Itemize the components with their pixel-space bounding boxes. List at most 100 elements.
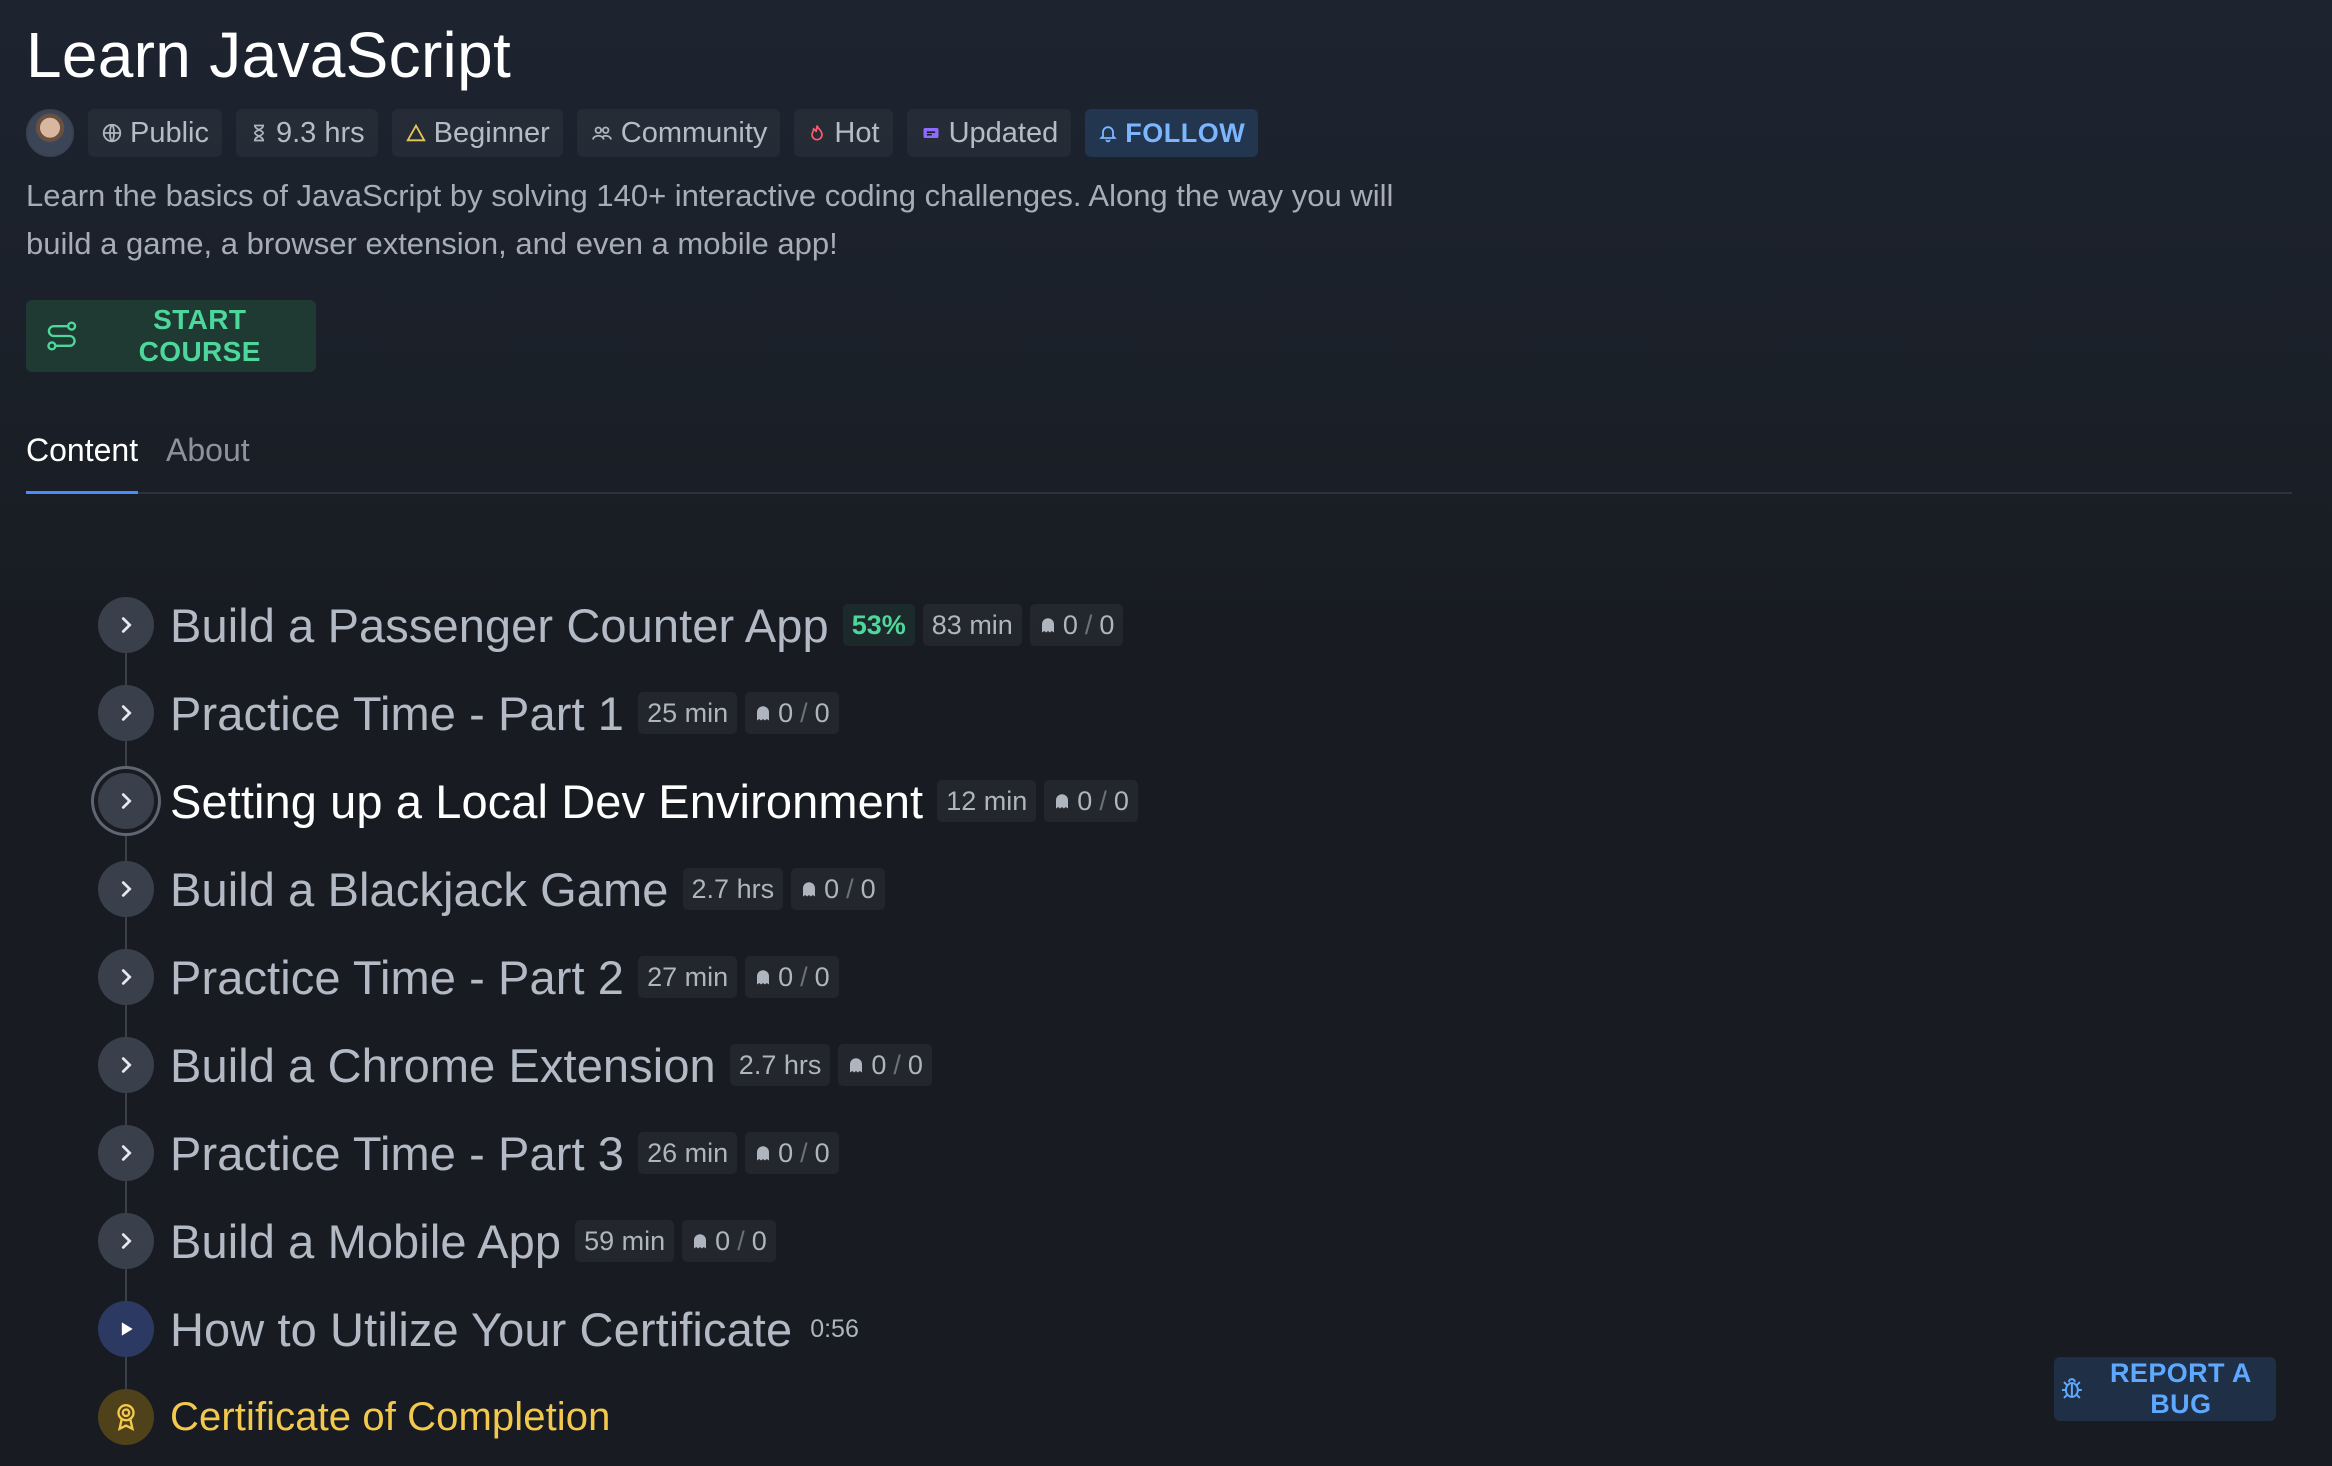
challenge-count-badge: 0/0 [745, 1132, 839, 1174]
ghost-icon [757, 1146, 770, 1161]
module-title[interactable]: Build a Blackjack Game [170, 862, 669, 917]
module-title[interactable]: Practice Time - Part 2 [170, 950, 624, 1005]
video-item[interactable]: How to Utilize Your Certificate 0:56 [98, 1289, 863, 1369]
ghost-icon [757, 706, 770, 721]
challenge-done: 0 [1077, 785, 1093, 816]
visibility-label: Public [130, 116, 209, 149]
module-item[interactable]: Build a Blackjack Game 2.7 hrs 0/0 [98, 849, 885, 929]
module-title[interactable]: Practice Time - Part 3 [170, 1126, 624, 1181]
tab-content[interactable]: Content [26, 428, 139, 494]
module-expand-toggle[interactable] [98, 1125, 154, 1181]
chevron-right-icon [121, 969, 132, 985]
community-chip: Community [576, 109, 781, 157]
globe-icon [102, 123, 122, 143]
page-title: Learn JavaScript [26, 19, 512, 91]
challenge-count-badge: 0/0 [1044, 780, 1138, 822]
bell-icon [1099, 126, 1118, 143]
duration-badge: 12 min [937, 780, 1037, 822]
module-item[interactable]: Practice Time - Part 3 26 min 0/0 [98, 1113, 839, 1193]
challenge-total: 0 [1113, 785, 1129, 816]
module-item[interactable]: Practice Time - Part 1 25 min 0/0 [98, 673, 839, 753]
duration-chip: 9.3 hrs [236, 109, 378, 157]
chevron-right-icon [121, 617, 132, 633]
progress-badge: 53% [842, 604, 915, 646]
challenge-count-badge: 0/0 [745, 692, 839, 734]
duration-badge: 2.7 hrs [682, 868, 784, 910]
chevron-right-icon [121, 1057, 132, 1073]
module-expand-toggle[interactable] [98, 1037, 154, 1093]
challenge-total: 0 [751, 1225, 767, 1256]
chevron-right-icon [121, 705, 132, 721]
duration-badge: 26 min [638, 1132, 738, 1174]
module-title[interactable]: Build a Chrome Extension [170, 1038, 716, 1093]
report-bug-button[interactable]: REPORT A BUG [2054, 1357, 2276, 1421]
follow-label: FOLLOW [1125, 117, 1246, 148]
challenge-done: 0 [778, 697, 794, 728]
module-item[interactable]: Build a Mobile App 59 min 0/0 [98, 1201, 776, 1281]
challenge-done: 0 [871, 1049, 887, 1080]
course-page: Learn JavaScript Public 9.3 hrs Beginner… [0, 0, 2332, 1466]
certificate-title[interactable]: Certificate of Completion [170, 1395, 610, 1440]
challenge-count-badge: 0/0 [745, 956, 839, 998]
duration-badge: 59 min [575, 1220, 675, 1262]
start-course-button[interactable]: START COURSE [26, 300, 316, 372]
challenge-total: 0 [814, 1137, 830, 1168]
ghost-icon [1056, 794, 1069, 809]
chevron-right-icon [121, 881, 132, 897]
updated-icon [923, 128, 939, 138]
challenge-total: 0 [814, 961, 830, 992]
module-title[interactable]: Setting up a Local Dev Environment [170, 774, 923, 829]
challenge-done: 0 [824, 873, 840, 904]
module-title[interactable]: Practice Time - Part 1 [170, 686, 624, 741]
module-expand-toggle[interactable] [98, 597, 154, 653]
challenge-count-badge: 0/0 [1029, 604, 1124, 646]
avatar[interactable] [26, 109, 74, 157]
module-item[interactable]: Build a Chrome Extension 2.7 hrs 0/0 [98, 1025, 932, 1105]
award-badge [98, 1389, 154, 1445]
challenge-done: 0 [778, 961, 794, 992]
module-title[interactable]: Build a Mobile App [170, 1214, 561, 1269]
report-bug-label: REPORT A BUG [2110, 1358, 2252, 1419]
chevron-right-icon [121, 1233, 132, 1249]
visibility-chip: Public [88, 109, 222, 157]
module-item[interactable]: Setting up a Local Dev Environment 12 mi… [98, 761, 1138, 841]
play-icon [121, 1322, 133, 1336]
ghost-icon [757, 970, 770, 985]
bug-icon [2061, 1378, 2082, 1399]
level-chip: Beginner [391, 109, 563, 157]
follow-button[interactable]: FOLLOW [1085, 109, 1259, 157]
triangle-icon [405, 123, 426, 142]
duration-label: 9.3 hrs [276, 116, 365, 149]
module-expand-toggle[interactable] [98, 861, 154, 917]
play-button[interactable] [98, 1301, 154, 1357]
award-icon [117, 1404, 135, 1431]
video-title[interactable]: How to Utilize Your Certificate [170, 1302, 792, 1357]
hot-chip: Hot [794, 109, 893, 157]
tab-about[interactable]: About [166, 428, 250, 490]
course-description: Learn the basics of JavaScript by solvin… [26, 178, 1394, 261]
community-label: Community [620, 116, 768, 149]
start-course-label: START COURSE [138, 304, 261, 367]
challenge-total: 0 [907, 1049, 923, 1080]
video-duration: 0:56 [810, 1314, 859, 1343]
module-expand-toggle[interactable] [98, 773, 154, 829]
module-title[interactable]: Build a Passenger Counter App [170, 598, 829, 653]
module-expand-toggle[interactable] [98, 685, 154, 741]
certificate-item[interactable]: Certificate of Completion [98, 1377, 610, 1457]
duration-badge: 25 min [638, 692, 738, 734]
challenge-count-badge: 0/0 [682, 1220, 776, 1262]
duration-badge: 27 min [638, 956, 738, 998]
module-expand-toggle[interactable] [98, 1213, 154, 1269]
challenge-total: 0 [814, 697, 830, 728]
duration-badge: 83 min [922, 604, 1022, 646]
module-item[interactable]: Practice Time - Part 2 27 min 0/0 [98, 937, 839, 1017]
challenge-done: 0 [778, 1137, 794, 1168]
chevron-right-icon [121, 1145, 132, 1161]
module-item[interactable]: Build a Passenger Counter App 53% 83 min… [98, 585, 1124, 665]
module-expand-toggle[interactable] [98, 949, 154, 1005]
updated-label: Updated [948, 116, 1059, 149]
people-icon [591, 126, 612, 140]
level-label: Beginner [433, 116, 550, 149]
ghost-icon [803, 882, 816, 897]
updated-chip: Updated [906, 109, 1072, 157]
